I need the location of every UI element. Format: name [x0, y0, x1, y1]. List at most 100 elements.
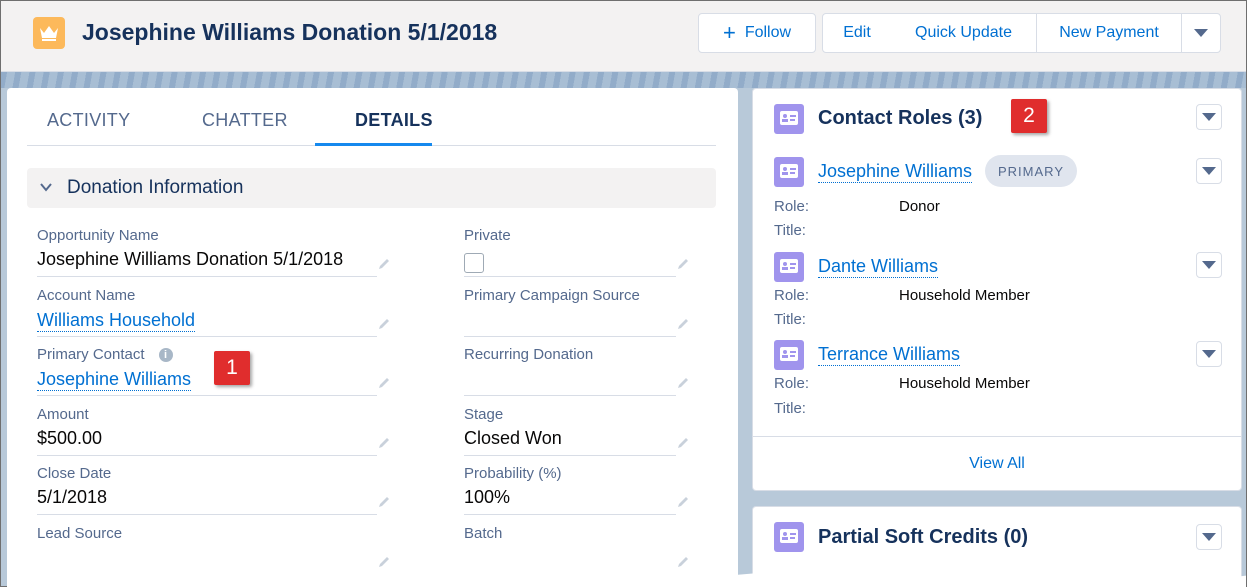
field-lead-source: Lead Source [37, 525, 389, 581]
pencil-icon[interactable] [676, 376, 690, 390]
field-primary-contact: Primary Contact i Josephine Williams [37, 346, 389, 402]
card-title: Contact Roles (3) [818, 107, 983, 129]
record-header: Josephine Williams Donation 5/1/2018 + F… [1, 1, 1246, 72]
chevron-down-icon [1202, 113, 1216, 121]
field-private: Private [464, 227, 688, 283]
pencil-icon[interactable] [676, 495, 690, 509]
private-checkbox[interactable] [464, 253, 484, 273]
pencil-icon[interactable] [377, 257, 391, 271]
title-label: Title: [774, 311, 806, 328]
field-primary-campaign-source: Primary Campaign Source [464, 287, 688, 343]
info-icon[interactable]: i [158, 348, 173, 362]
field-probability: Probability (%) 100% [464, 465, 688, 521]
chevron-down-icon [1202, 533, 1216, 541]
field-amount: Amount $500.00 [37, 406, 389, 462]
chevron-down-icon [1202, 167, 1216, 175]
quick-update-button[interactable]: Quick Update [891, 13, 1037, 53]
field-label: Account Name [37, 287, 136, 304]
pencil-icon[interactable] [377, 376, 391, 390]
plus-icon: + [722, 20, 736, 45]
follow-button[interactable]: + Follow [698, 13, 816, 53]
view-all-link[interactable]: View All [753, 455, 1241, 473]
field-close-date: Close Date 5/1/2018 [37, 465, 389, 521]
details-panel: ACTIVITY CHATTER DETAILS Donation Inform… [7, 88, 738, 587]
edit-button[interactable]: Edit [822, 13, 892, 53]
contact-icon [774, 522, 804, 552]
more-actions-button[interactable] [1181, 13, 1221, 53]
tab-chatter[interactable]: CHATTER [202, 110, 288, 131]
title-label: Title: [774, 222, 806, 239]
contact-menu-button[interactable] [1196, 158, 1222, 184]
field-value: Josephine Williams Donation 5/1/2018 [37, 249, 344, 269]
field-recurring-donation: Recurring Donation [464, 346, 688, 402]
role-label: Role: [774, 287, 810, 304]
role-label: Role: [774, 198, 810, 215]
section-header-donation-information[interactable]: Donation Information [27, 168, 716, 208]
contact-icon [774, 252, 804, 282]
field-label: Close Date [37, 465, 112, 482]
card-menu-button[interactable] [1196, 104, 1222, 130]
pencil-icon[interactable] [377, 555, 391, 569]
role-value: Household Member [899, 287, 1030, 304]
field-value: Closed Won [464, 428, 562, 448]
field-batch: Batch [464, 525, 688, 581]
pencil-icon[interactable] [377, 495, 391, 509]
new-payment-button[interactable]: New Payment [1036, 13, 1182, 53]
crown-icon [33, 17, 65, 49]
field-account-name: Account Name Williams Household [37, 287, 389, 343]
field-label: Opportunity Name [37, 227, 159, 244]
primary-badge: PRIMARY [985, 155, 1077, 187]
tab-activity[interactable]: ACTIVITY [47, 110, 130, 131]
field-value: $500.00 [37, 428, 103, 448]
field-label: Private [464, 227, 511, 244]
callout-badge-1: 1 [214, 351, 250, 385]
header-divider-band [1, 72, 1246, 88]
active-tab-indicator [315, 143, 432, 146]
callout-badge-2: 2 [1011, 99, 1047, 133]
section-title: Donation Information [67, 177, 244, 198]
contact-roles-card: Contact Roles (3) 2 Josephine Williams P… [752, 88, 1242, 491]
card-menu-button[interactable] [1196, 524, 1222, 550]
field-label: Stage [464, 406, 504, 423]
chevron-down-icon [1202, 261, 1216, 269]
contact-icon [774, 157, 804, 187]
field-opportunity-name: Opportunity Name Josephine Williams Dona… [37, 227, 389, 283]
contact-link-dante-williams[interactable]: Dante Williams [818, 255, 939, 278]
contact-link-terrance-williams[interactable]: Terrance Williams [818, 343, 961, 366]
contact-icon [774, 340, 804, 370]
role-label: Role: [774, 375, 810, 392]
role-value: Donor [899, 198, 940, 215]
field-label: Recurring Donation [464, 346, 594, 363]
contact-menu-button[interactable] [1196, 252, 1222, 278]
pencil-icon[interactable] [377, 436, 391, 450]
contact-icon [774, 104, 804, 134]
card-footer-divider [753, 436, 1241, 437]
follow-label: Follow [744, 24, 792, 41]
contact-menu-button[interactable] [1196, 341, 1222, 367]
chevron-down-icon [1194, 29, 1208, 37]
role-value: Household Member [899, 375, 1030, 392]
tab-bar: ACTIVITY CHATTER DETAILS [27, 88, 716, 146]
pencil-icon[interactable] [676, 436, 690, 450]
pencil-icon[interactable] [676, 555, 690, 569]
field-label: Primary Contact [37, 346, 145, 363]
pencil-icon[interactable] [377, 317, 391, 331]
pencil-icon[interactable] [676, 317, 690, 331]
account-name-link[interactable]: Williams Household [37, 309, 196, 332]
field-label: Primary Campaign Source [464, 287, 640, 304]
contact-link-josephine-williams[interactable]: Josephine Williams [818, 160, 973, 183]
field-label: Amount [37, 406, 89, 423]
chevron-down-icon [40, 183, 52, 192]
field-stage: Stage Closed Won [464, 406, 688, 462]
field-label: Batch [464, 525, 503, 542]
tab-details[interactable]: DETAILS [355, 110, 433, 131]
primary-contact-link[interactable]: Josephine Williams [37, 368, 192, 391]
field-value: 100% [464, 487, 511, 507]
title-label: Title: [774, 400, 806, 417]
field-label: Lead Source [37, 525, 123, 542]
pencil-icon[interactable] [676, 257, 690, 271]
field-label: Probability (%) [464, 465, 562, 482]
card-title: Partial Soft Credits (0) [818, 526, 1029, 548]
chevron-down-icon [1202, 350, 1216, 358]
field-value: 5/1/2018 [37, 487, 108, 507]
